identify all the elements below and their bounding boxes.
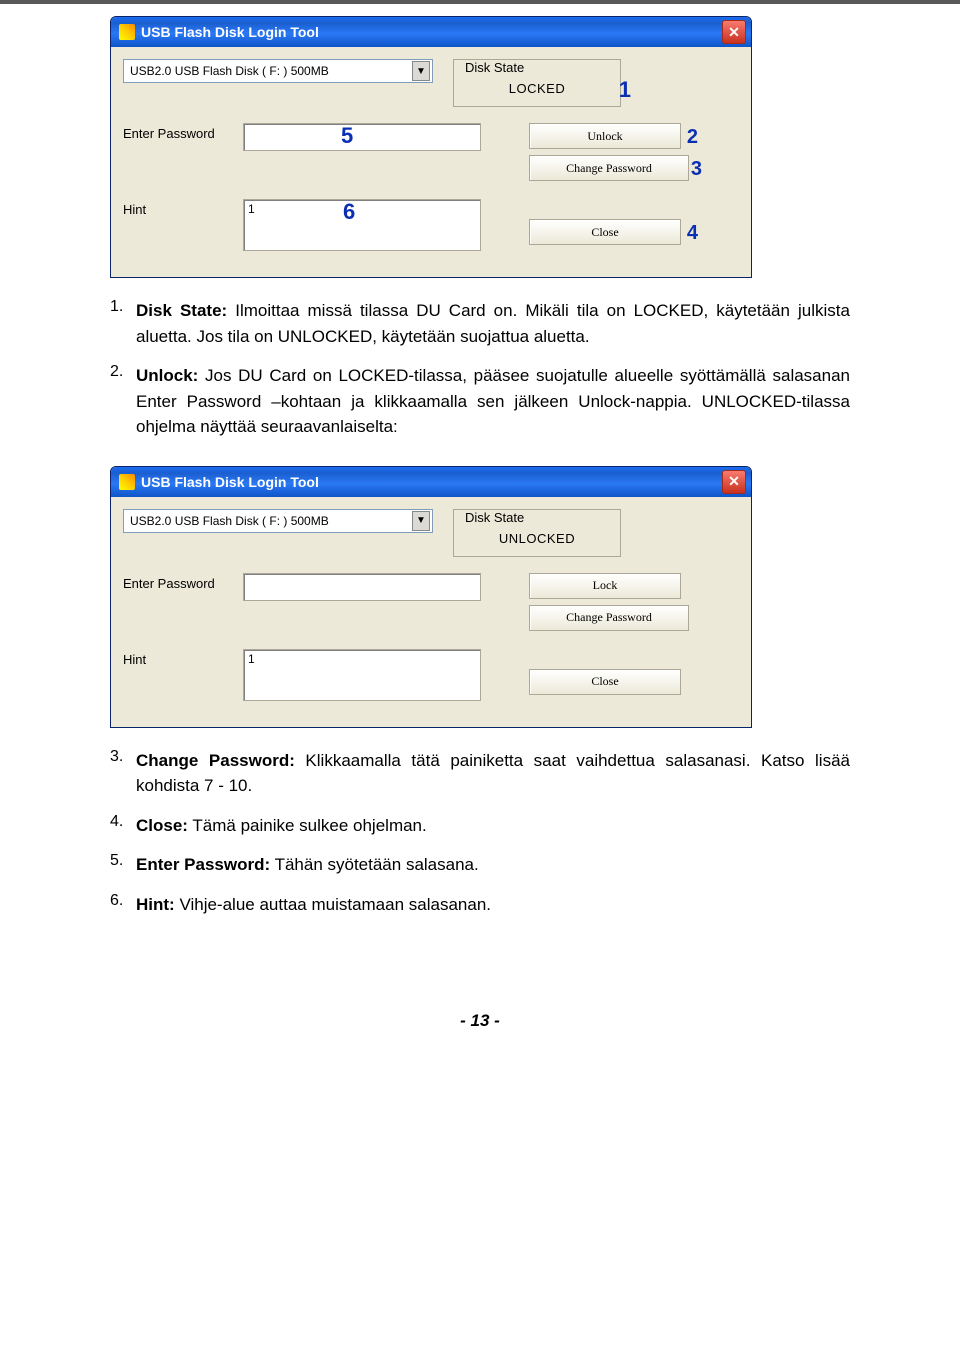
dropdown-value: USB2.0 USB Flash Disk ( F: ) 500MB bbox=[130, 64, 412, 78]
password-input-2[interactable] bbox=[243, 573, 481, 601]
disk-state-group: Disk State LOCKED bbox=[453, 59, 621, 107]
list-num-2: 2. bbox=[110, 363, 136, 454]
item2-body: Jos DU Card on LOCKED-tilassa, pääsee su… bbox=[136, 366, 850, 436]
change-password-label-2: Change Password bbox=[566, 610, 652, 625]
enter-password-label: Enter Password bbox=[123, 123, 243, 141]
close-icon-2[interactable]: ✕ bbox=[722, 470, 746, 494]
hint-input[interactable]: 1 bbox=[243, 199, 481, 251]
lock-button[interactable]: Lock bbox=[529, 573, 681, 599]
chevron-down-icon-2[interactable]: ▼ bbox=[412, 511, 430, 531]
password-input[interactable] bbox=[243, 123, 481, 151]
close-button[interactable]: Close 4 bbox=[529, 219, 681, 245]
list-num-4: 4. bbox=[110, 813, 136, 853]
window-title: USB Flash Disk Login Tool bbox=[141, 24, 722, 40]
close-button-label-2: Close bbox=[591, 674, 618, 689]
item4-label: Close: bbox=[136, 816, 188, 835]
item6-label: Hint: bbox=[136, 895, 175, 914]
item5-body: Tähän syötetään salasana. bbox=[270, 855, 479, 874]
annotation-1: 1 bbox=[619, 77, 631, 103]
disk-state-group-2: Disk State UNLOCKED bbox=[453, 509, 621, 557]
lock-button-label: Lock bbox=[593, 578, 618, 593]
disk-state-value: LOCKED bbox=[462, 81, 612, 96]
disk-select-dropdown[interactable]: USB2.0 USB Flash Disk ( F: ) 500MB ▼ bbox=[123, 59, 433, 83]
dropdown-value-2: USB2.0 USB Flash Disk ( F: ) 500MB bbox=[130, 514, 412, 528]
item4-body: Tämä painike sulkee ohjelman. bbox=[188, 816, 427, 835]
item5-label: Enter Password: bbox=[136, 855, 270, 874]
item1-label: Disk State: bbox=[136, 301, 227, 320]
list-num-1: 1. bbox=[110, 298, 136, 363]
unlock-button-label: Unlock bbox=[587, 129, 622, 144]
screenshot-unlocked: USB Flash Disk Login Tool ✕ USB2.0 USB F… bbox=[110, 466, 850, 728]
close-button-label: Close bbox=[591, 225, 618, 240]
hint-input-2[interactable]: 1 bbox=[243, 649, 481, 701]
disk-select-dropdown-2[interactable]: USB2.0 USB Flash Disk ( F: ) 500MB ▼ bbox=[123, 509, 433, 533]
annotation-4: 4 bbox=[687, 222, 698, 245]
item6-body: Vihje-alue auttaa muistamaan salasanan. bbox=[175, 895, 491, 914]
item3-label: Change Password: bbox=[136, 751, 295, 770]
chevron-down-icon[interactable]: ▼ bbox=[412, 61, 430, 81]
list-num-6: 6. bbox=[110, 892, 136, 932]
list-num-3: 3. bbox=[110, 748, 136, 813]
close-button-2[interactable]: Close bbox=[529, 669, 681, 695]
change-password-button[interactable]: Change Password 3 bbox=[529, 155, 689, 181]
annotation-2: 2 bbox=[687, 126, 698, 149]
disk-state-label: Disk State bbox=[462, 60, 527, 75]
hint-label: Hint bbox=[123, 199, 243, 217]
window-title-2: USB Flash Disk Login Tool bbox=[141, 474, 722, 490]
app-icon bbox=[119, 24, 135, 40]
change-password-label: Change Password bbox=[566, 161, 652, 176]
enter-password-label-2: Enter Password bbox=[123, 573, 243, 591]
window-titlebar: USB Flash Disk Login Tool ✕ bbox=[111, 17, 751, 47]
item1-body: Ilmoittaa missä tilassa DU Card on. Mikä… bbox=[136, 301, 850, 346]
change-password-button-2[interactable]: Change Password bbox=[529, 605, 689, 631]
screenshot-locked: USB Flash Disk Login Tool ✕ USB2.0 USB F… bbox=[110, 16, 850, 278]
app-icon-2 bbox=[119, 474, 135, 490]
list-num-5: 5. bbox=[110, 852, 136, 892]
item2-label: Unlock: bbox=[136, 366, 198, 385]
hint-label-2: Hint bbox=[123, 649, 243, 667]
unlock-button[interactable]: Unlock 2 bbox=[529, 123, 681, 149]
annotation-3: 3 bbox=[691, 158, 702, 181]
disk-state-label-2: Disk State bbox=[462, 510, 527, 525]
disk-state-value-2: UNLOCKED bbox=[462, 531, 612, 546]
top-rule bbox=[0, 0, 960, 4]
window-titlebar-2: USB Flash Disk Login Tool ✕ bbox=[111, 467, 751, 497]
page-number: - 13 - bbox=[110, 1011, 850, 1031]
close-icon[interactable]: ✕ bbox=[722, 20, 746, 44]
